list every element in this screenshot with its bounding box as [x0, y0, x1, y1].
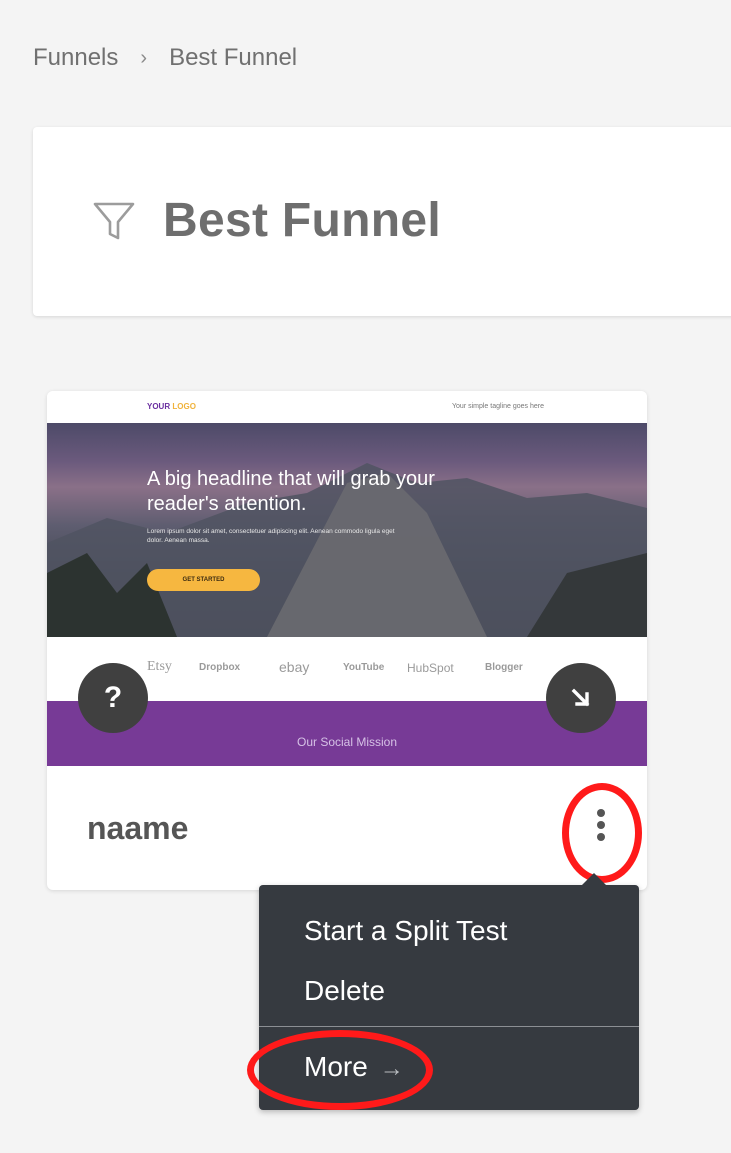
menu-item-more-label: More: [304, 1051, 368, 1082]
kebab-menu-icon[interactable]: [590, 809, 612, 849]
chevron-right-icon: ›: [140, 46, 148, 69]
page-name: naame: [87, 810, 189, 846]
funnel-header-card: Best Funnel: [33, 127, 731, 316]
thumbnail-body-text: Lorem ipsum dolor sit amet, consectetuer…: [147, 528, 395, 544]
menu-item-start-split-test[interactable]: Start a Split Test: [304, 915, 507, 947]
page-context-menu: Start a Split Test Delete More →: [259, 873, 639, 1110]
brand-youtube: YouTube: [343, 662, 385, 673]
menu-item-delete[interactable]: Delete: [304, 975, 385, 1007]
funnel-icon: [93, 202, 135, 240]
menu-item-more[interactable]: More →: [304, 1051, 404, 1083]
page-title: Best Funnel: [163, 194, 441, 247]
thumbnail-cta-button: GET STARTED: [147, 569, 260, 591]
brand-etsy: Etsy: [147, 659, 172, 674]
brand-dropbox: Dropbox: [199, 662, 241, 673]
funnel-page-card: YOUR LOGO Your simple tagline goes here …: [47, 391, 647, 890]
thumbnail-tagline: Your simple tagline goes here: [452, 403, 544, 410]
thumbnail-logo-text: YOUR: [147, 402, 171, 411]
thumbnail-mission-text: Our Social Mission: [296, 735, 398, 749]
breadcrumb-funnels-link[interactable]: Funnels: [33, 44, 118, 72]
brand-blogger: Blogger: [485, 662, 523, 673]
thumbnail-headline: A big headline that will grab your reade…: [147, 468, 435, 515]
arrow-right-icon: →: [379, 1055, 404, 1082]
brand-hubspot: HubSpot: [407, 661, 454, 675]
thumbnail-logo: YOUR LOGO: [147, 402, 196, 411]
brand-ebay: ebay: [279, 659, 310, 675]
breadcrumb: Funnels › Best Funnel: [33, 44, 297, 72]
arrow-down-right-icon: [571, 688, 590, 707]
help-button[interactable]: ?: [78, 663, 148, 733]
thumbnail-logo-accent: LOGO: [172, 402, 196, 411]
open-page-button[interactable]: [546, 663, 616, 733]
menu-divider: [259, 1026, 639, 1027]
thumbnail-topbar: YOUR LOGO Your simple tagline goes here: [47, 391, 647, 423]
thumbnail-hero: A big headline that will grab your reade…: [47, 423, 647, 637]
breadcrumb-current: Best Funnel: [169, 44, 298, 71]
